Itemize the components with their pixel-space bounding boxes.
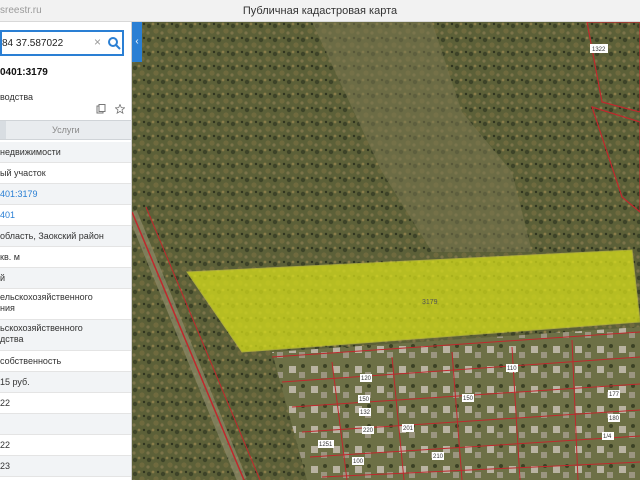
chevron-left-icon: ‹: [135, 36, 139, 47]
list-item: собственность: [0, 351, 131, 372]
collapse-sidebar-button[interactable]: ‹: [132, 22, 142, 62]
plot-number: 220: [363, 428, 374, 434]
list-item: 15 руб.: [0, 372, 131, 393]
object-type: водства: [0, 92, 34, 102]
list-item[interactable]: 401: [0, 205, 131, 226]
star-icon[interactable]: [113, 103, 126, 115]
map-canvas[interactable]: 3179 1322 120 150 132 220 201 210 1251 1…: [132, 22, 640, 480]
list-item[interactable]: 401:3179: [0, 184, 131, 205]
satellite-map[interactable]: 3179 1322 120 150 132 220 201 210 1251 1…: [132, 22, 640, 480]
list-item: ый участок: [0, 163, 131, 184]
parcel-label: 3179: [422, 299, 438, 306]
browser-bar: sreestr.ru Публичная кадастровая карта: [0, 0, 640, 22]
clear-icon[interactable]: ×: [94, 35, 101, 49]
plot-number: 1251: [319, 442, 333, 448]
copy-icon[interactable]: [96, 104, 106, 114]
plot-number: 1/4: [603, 434, 612, 440]
list-item: кв. м: [0, 247, 131, 268]
tab-info[interactable]: [0, 121, 6, 139]
search-icon[interactable]: [107, 36, 121, 50]
search-box[interactable]: 84 37.587022 ×: [0, 30, 124, 56]
list-item: ьскохозяйственного дства: [0, 320, 131, 351]
cadastral-number: 0401:3179: [0, 67, 48, 78]
list-item: область, Заокский район: [0, 226, 131, 247]
plot-number: 201: [403, 426, 414, 432]
plot-number: 1322: [592, 47, 606, 53]
search-input[interactable]: 84 37.587022: [2, 38, 63, 49]
plot-number: 132: [360, 410, 371, 416]
list-item: ельскохозяйственного ния: [0, 289, 131, 320]
list-item: [0, 414, 131, 435]
plot-number: 177: [609, 392, 620, 398]
info-sidebar: 84 37.587022 × 0401:3179 водства Услуги …: [0, 22, 132, 480]
list-item: 22: [0, 435, 131, 456]
info-tabs: Услуги: [0, 120, 131, 140]
plot-number: 210: [433, 454, 444, 460]
plot-number: 150: [359, 397, 370, 403]
list-item: 23: [0, 456, 131, 477]
plot-number: 110: [507, 366, 517, 372]
attribute-list: недвижимости ый участок 401:3179 401 обл…: [0, 142, 131, 477]
list-item: недвижимости: [0, 142, 131, 163]
tab-services[interactable]: Услуги: [52, 125, 80, 135]
list-item: й: [0, 268, 131, 289]
plot-number: 180: [609, 416, 620, 422]
plot-number: 150: [463, 396, 474, 402]
plot-number: 100: [353, 459, 364, 465]
page-title: Публичная кадастровая карта: [242, 5, 398, 17]
list-item: 22: [0, 393, 131, 414]
plot-number: 120: [361, 376, 372, 382]
